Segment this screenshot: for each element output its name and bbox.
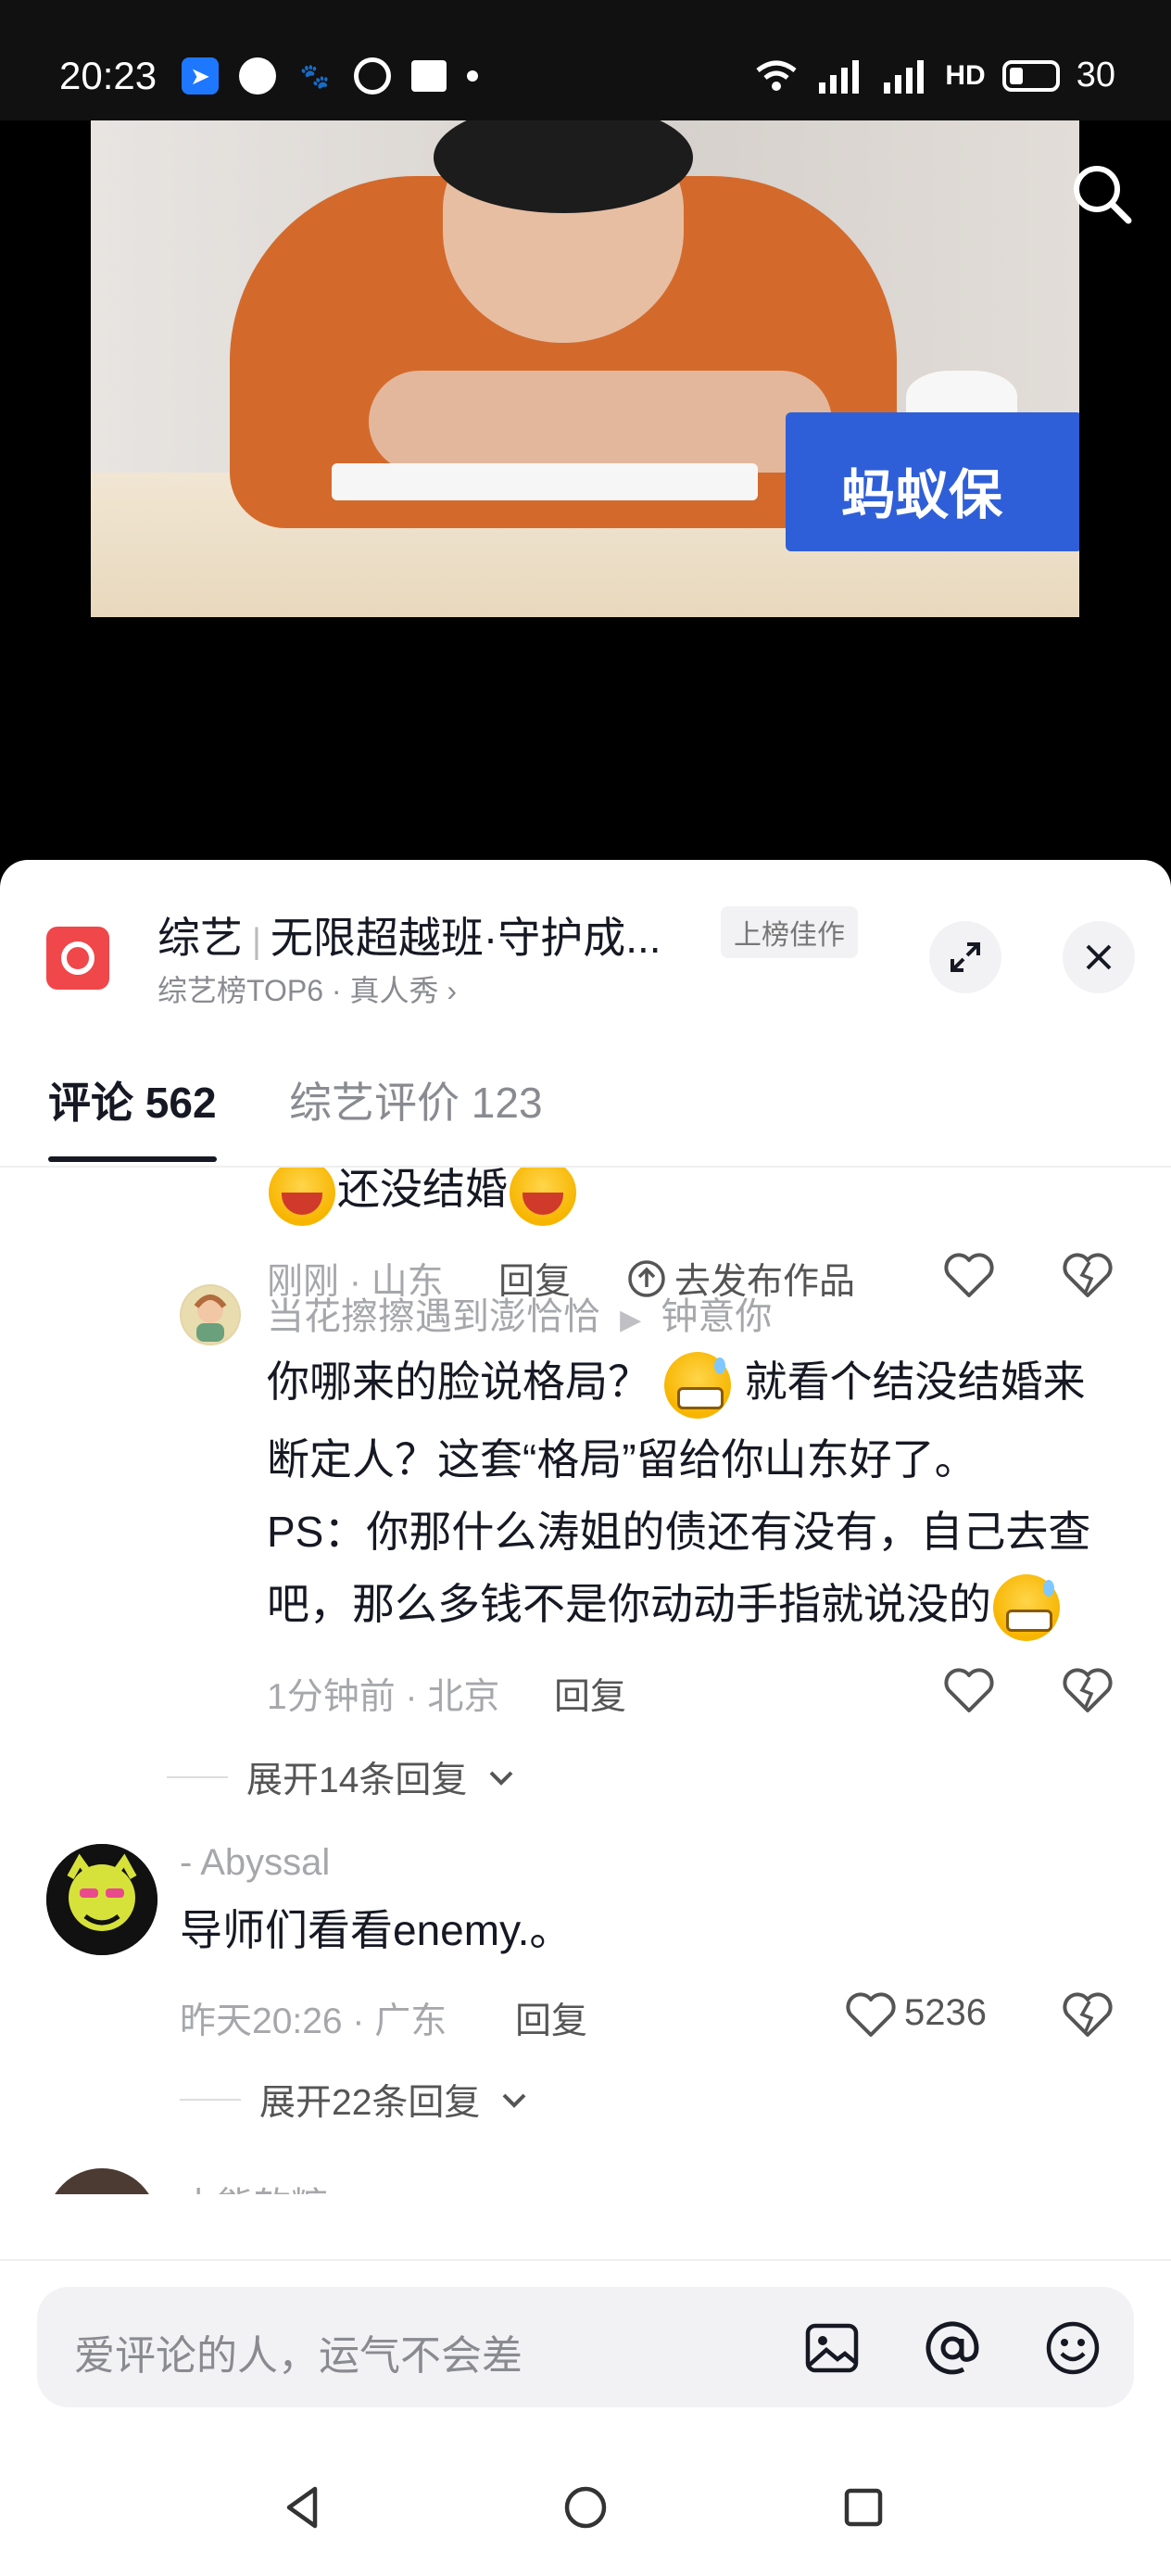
- reply-meta: 1分钟前 · 北京: [267, 1677, 500, 1717]
- app-notification-icon: [239, 57, 276, 95]
- reply-username[interactable]: 当花擦擦遇到澎恰恰 ▶ 钟意你: [267, 1286, 772, 1340]
- chevron-down-icon: [489, 1771, 513, 1786]
- comment-text: 导师们看看enemy.。: [180, 1906, 573, 1954]
- video-box-text: 蚂蚁保: [786, 412, 1079, 551]
- comment-username[interactable]: 小熊软糖: [180, 2176, 328, 2194]
- comment-tabs: 评论 562 综艺评价 123: [0, 1066, 1171, 1168]
- comment-username[interactable]: - Abyssal: [180, 1842, 330, 1884]
- tab-comments[interactable]: 评论 562: [48, 1066, 217, 1162]
- show-title[interactable]: 综艺 | 无限超越班·守护成...: [157, 904, 661, 966]
- like-icon[interactable]: [843, 1987, 899, 2042]
- comment-panel: 综艺 | 无限超越班·守护成... 上榜佳作 综艺榜TOP6 · 真人秀 › 评论 …: [0, 860, 1171, 2576]
- reply-button[interactable]: 回复: [554, 1668, 626, 1720]
- avatar-illustration: [46, 1844, 157, 1955]
- search-icon[interactable]: [1069, 161, 1134, 226]
- image-icon[interactable]: [802, 2318, 862, 2378]
- home-icon[interactable]: [560, 2481, 611, 2533]
- reply-button[interactable]: 回复: [515, 1992, 587, 2044]
- variety-logo-icon: [46, 927, 109, 990]
- avatar[interactable]: [46, 2168, 157, 2194]
- reply-arrow-icon: ▶: [620, 1305, 642, 1335]
- dislike-icon[interactable]: [1060, 1662, 1115, 1718]
- laugh-cry-emoji-icon: [510, 1168, 576, 1226]
- more-notifications-dot: [467, 70, 478, 82]
- show-category: 综艺: [157, 914, 243, 962]
- panel-header: 综艺 | 无限超越班·守护成... 上榜佳作 综艺榜TOP6 · 真人秀 ›: [0, 860, 1171, 1017]
- system-nav-bar: [0, 2454, 1171, 2576]
- status-time: 20:23: [59, 54, 157, 97]
- navigation-icon: ➤: [182, 57, 219, 95]
- avatar-illustration: [182, 1286, 239, 1344]
- dislike-icon[interactable]: [1060, 1987, 1115, 2042]
- sweat-grin-emoji-icon: [663, 1351, 731, 1419]
- tab-variety-reviews[interactable]: 综艺评价 123: [289, 1066, 543, 1162]
- reply-text-line1: 你哪来的脸说格局？ 就看个结没结婚来: [267, 1342, 1086, 1421]
- emoji-icon[interactable]: [1043, 2318, 1102, 2378]
- comment-input[interactable]: 爱评论的人，运气不会差: [37, 2287, 1134, 2407]
- chevron-down-icon: [502, 2093, 526, 2108]
- notification-icons: ➤ 🐾: [182, 57, 478, 95]
- signal-5g-icon: [819, 59, 860, 94]
- expand-icon: [951, 942, 980, 972]
- avatar[interactable]: [180, 1284, 241, 1345]
- avatar[interactable]: [46, 1844, 157, 1955]
- divider: [0, 2259, 1171, 2261]
- sweat-grin-emoji-icon: [993, 1573, 1060, 1641]
- comment-text: 还没结婚: [267, 1168, 578, 1229]
- show-name: 无限超越班·守护成...: [270, 914, 661, 962]
- ranking-badge: 上榜佳作: [721, 906, 858, 958]
- comment-meta: 昨天20:26 · 广东: [180, 2001, 447, 2041]
- laugh-cry-emoji-icon: [269, 1168, 335, 1226]
- close-icon: [1086, 944, 1112, 970]
- mention-icon[interactable]: [923, 2318, 982, 2378]
- battery-level: 30: [1076, 56, 1115, 95]
- reply-text-line3: PS：你那什么涛姐的债还有没有，自己去查: [267, 1508, 1091, 1556]
- signal-5g-icon-2: [884, 59, 925, 94]
- like-count: 5236: [904, 1992, 987, 2033]
- back-icon[interactable]: [278, 2481, 330, 2533]
- system-status: HD 30: [754, 56, 1115, 95]
- baidu-icon: 🐾: [299, 61, 331, 90]
- recents-icon[interactable]: [837, 2481, 889, 2533]
- mail-icon: [411, 60, 447, 92]
- like-icon[interactable]: [941, 1247, 997, 1303]
- video-player[interactable]: 蚂蚁保: [0, 120, 1171, 862]
- expand-replies-button[interactable]: 展开14条回复: [167, 1751, 517, 1803]
- status-bar: 20:23 ➤ 🐾 HD 30: [0, 0, 1171, 120]
- comment-input-placeholder: 爱评论的人，运气不会差: [74, 2333, 523, 2379]
- like-icon[interactable]: [941, 1662, 997, 1718]
- comment-list[interactable]: 还没结婚 刚刚 · 山东 回复 去发布作品 当花擦擦遇到澎恰恰 ▶ 钟意你 你哪…: [0, 1168, 1171, 2194]
- close-button[interactable]: [1063, 921, 1135, 993]
- expand-replies-button[interactable]: 展开22条回复: [180, 2074, 530, 2126]
- video-frame[interactable]: 蚂蚁保: [91, 120, 1079, 617]
- battery-icon: [1001, 59, 1060, 92]
- show-subtitle[interactable]: 综艺榜TOP6 · 真人秀 ›: [157, 967, 457, 1010]
- dislike-icon[interactable]: [1060, 1247, 1115, 1303]
- expand-button[interactable]: [929, 921, 1001, 993]
- reply-text-line2: 断定人？这套“格局”留给你山东好了。: [267, 1435, 977, 1484]
- wifi-icon: [756, 60, 797, 91]
- hd-label: HD: [945, 59, 986, 91]
- reply-text-line4: 吧，那么多钱不是你动动手指就说没的: [267, 1564, 1062, 1644]
- block-icon: [354, 57, 391, 95]
